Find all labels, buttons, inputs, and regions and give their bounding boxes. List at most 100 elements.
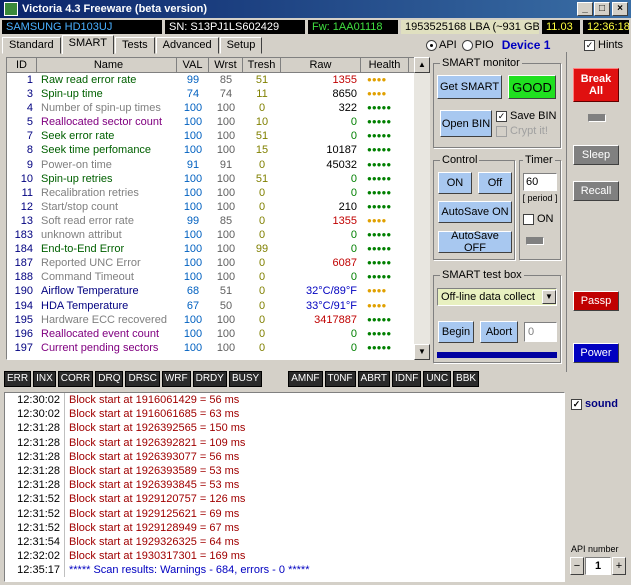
drive-model: SAMSUNG HD103UJ xyxy=(2,20,162,34)
col-wrst[interactable]: Wrst xyxy=(209,58,243,72)
minimize-button[interactable]: _ xyxy=(577,2,593,16)
table-row[interactable]: 196 Reallocated event count 100 100 0 0 ●●●●● xyxy=(7,327,429,341)
attr-threshold: 0 xyxy=(258,200,266,213)
col-health[interactable]: Health xyxy=(361,58,409,72)
attr-health: ●●●●● xyxy=(367,342,392,352)
off-button[interactable]: Off xyxy=(478,172,512,194)
log-panel[interactable]: 12:30:02 Block start at 1916061429 = 56 m… xyxy=(4,392,565,582)
test-type-select[interactable]: Off-line data collect ▼ xyxy=(437,288,557,306)
save-bin-label: Save BIN xyxy=(510,110,557,122)
attr-raw: 0 xyxy=(350,130,357,143)
table-row[interactable]: 7 Seek error rate 100 100 51 0 ●●●●● xyxy=(7,129,429,143)
attr-worst: 85 xyxy=(219,74,233,86)
attr-health: ●●●●● xyxy=(367,173,392,183)
attr-threshold: 0 xyxy=(258,271,266,284)
status-flag-corr: CORR xyxy=(57,371,94,387)
attr-name: Raw read error rate xyxy=(41,74,137,86)
timer-input[interactable]: 60 xyxy=(523,173,557,191)
timer-on-option[interactable]: ON xyxy=(523,213,554,225)
hints-toggle[interactable]: ✓ Hints xyxy=(584,39,623,51)
log-message: Block start at 1926392821 = 109 ms xyxy=(69,436,246,449)
table-row[interactable]: 4 Number of spin-up times 100 100 0 322 ●●●●● xyxy=(7,101,429,115)
tab-tests[interactable]: Tests xyxy=(114,37,155,54)
attr-val: 100 xyxy=(183,172,203,185)
begin-button[interactable]: Begin xyxy=(438,321,474,343)
table-scrollbar[interactable]: ▲ ▼ xyxy=(414,57,430,360)
autosave-on-button[interactable]: AutoSave ON xyxy=(438,201,512,223)
table-row[interactable]: 11 Recalibration retries 100 100 0 0 ●●●●● xyxy=(7,186,429,200)
table-row[interactable]: 195 Hardware ECC recovered 100 100 0 3417887 ●… xyxy=(7,313,429,327)
get-smart-button[interactable]: Get SMART xyxy=(437,75,502,99)
abort-button[interactable]: Abort xyxy=(480,321,518,343)
col-id[interactable]: ID xyxy=(7,58,37,72)
scroll-down-icon[interactable]: ▼ xyxy=(414,344,430,360)
attr-name: Number of spin-up times xyxy=(41,102,161,115)
save-bin-option[interactable]: ✓ Save BIN xyxy=(496,110,556,122)
table-row[interactable]: 190 Airflow Temperature 68 51 0 32°C/89°F ●●●● xyxy=(7,284,429,298)
table-row[interactable]: 194 HDA Temperature 67 50 0 33°C/91°F ●●●● xyxy=(7,299,429,313)
attr-val: 100 xyxy=(183,116,203,129)
autosave-off-button[interactable]: AutoSave OFF xyxy=(438,230,512,254)
attr-health: ●●●● xyxy=(367,286,387,296)
log-message: Block start at 1930317301 = 169 ms xyxy=(69,550,246,563)
attr-val: 100 xyxy=(183,313,203,326)
tab-standard[interactable]: Standard xyxy=(2,37,61,54)
timer-period-label: [ period ] xyxy=(522,193,558,203)
col-raw[interactable]: Raw xyxy=(281,58,361,72)
table-row[interactable]: 197 Current pending sectors 100 100 0 0 ●●●●● xyxy=(7,341,429,355)
status-flag-unc: UNC xyxy=(423,371,452,387)
open-bin-button[interactable]: Open BIN xyxy=(440,110,492,137)
table-row[interactable]: 10 Spin-up retries 100 100 51 0 ●●●●● xyxy=(7,172,429,186)
col-val[interactable]: VAL xyxy=(177,58,209,72)
attr-val: 100 xyxy=(183,327,203,340)
pio-radio[interactable] xyxy=(461,39,473,51)
recall-button[interactable]: Recall xyxy=(573,181,619,201)
smart-monitor-title: SMART monitor xyxy=(440,57,522,69)
table-row[interactable]: 9 Power-on time 91 91 0 45032 ●●●●● xyxy=(7,158,429,172)
tab-smart[interactable]: SMART xyxy=(61,35,114,54)
title-bar: Victoria 4.3 Freeware (beta version) _ □… xyxy=(0,0,631,18)
timer-on-checkbox[interactable] xyxy=(523,213,534,225)
table-row[interactable]: 13 Soft read error rate 99 85 0 1355 ●●●● xyxy=(7,214,429,228)
test-type-value: Off-line data collect xyxy=(441,291,535,303)
col-name[interactable]: Name xyxy=(37,58,177,72)
attr-name: Reallocated event count xyxy=(41,327,160,340)
passp-button[interactable]: Passp xyxy=(573,291,619,311)
log-message: Block start at 1926393589 = 53 ms xyxy=(69,464,240,477)
attr-raw: 210 xyxy=(338,200,357,213)
tab-advanced[interactable]: Advanced xyxy=(155,37,219,54)
sound-checkbox[interactable]: ✓ xyxy=(571,398,582,410)
api-plus-button[interactable]: + xyxy=(612,557,626,575)
attr-health: ●●●● xyxy=(367,75,387,84)
sound-option[interactable]: ✓ sound xyxy=(571,398,618,410)
table-row[interactable]: 5 Reallocated sector count 100 100 10 0 ●●●●● xyxy=(7,115,429,129)
save-bin-checkbox[interactable]: ✓ xyxy=(496,110,507,122)
device-label[interactable]: Device 1 xyxy=(502,38,551,52)
api-number-input[interactable]: 1 xyxy=(585,557,611,575)
api-minus-button[interactable]: − xyxy=(570,557,584,575)
api-selector: API PIO Device 1 xyxy=(426,38,550,52)
power-button[interactable]: Power xyxy=(573,343,619,363)
table-row[interactable]: 188 Command Timeout 100 100 0 0 ●●●●● xyxy=(7,270,429,284)
close-button[interactable]: × xyxy=(612,2,628,16)
table-row[interactable]: 8 Seek time perfomance 100 100 15 10187 ●●●●● xyxy=(7,143,429,157)
table-row[interactable]: 183 unknown attribut 100 100 0 0 ●●●●● xyxy=(7,228,429,242)
maximize-button[interactable]: □ xyxy=(594,2,610,16)
scroll-up-icon[interactable]: ▲ xyxy=(414,57,430,73)
attr-raw: 6087 xyxy=(332,257,357,270)
chevron-down-icon[interactable]: ▼ xyxy=(542,290,556,304)
api-radio[interactable] xyxy=(426,39,437,51)
attr-name: Current pending sectors xyxy=(41,341,159,354)
table-row[interactable]: 184 End-to-End Error 100 100 99 0 ●●●●● xyxy=(7,242,429,256)
table-header: ID Name VAL Wrst Tresh Raw Health xyxy=(7,58,429,73)
table-row[interactable]: 1 Raw read error rate 99 85 51 1355 ●●●● xyxy=(7,73,429,87)
table-row[interactable]: 3 Spin-up time 74 74 11 8650 ●●●● xyxy=(7,87,429,101)
break-all-button[interactable]: Break All xyxy=(573,68,619,102)
table-row[interactable]: 12 Start/stop count 100 100 0 210 ●●●●● xyxy=(7,200,429,214)
hints-checkbox[interactable]: ✓ xyxy=(584,39,595,51)
sleep-button[interactable]: Sleep xyxy=(573,145,619,165)
tab-setup[interactable]: Setup xyxy=(219,37,263,54)
table-row[interactable]: 187 Reported UNC Error 100 100 0 6087 ●●●●● xyxy=(7,256,429,270)
on-button[interactable]: ON xyxy=(438,172,472,194)
col-tresh[interactable]: Tresh xyxy=(243,58,281,72)
